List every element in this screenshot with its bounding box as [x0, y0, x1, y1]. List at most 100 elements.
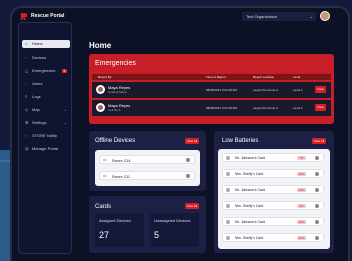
sidebar-item-store-notify[interactable]: ◌ STORE Notify — [22, 132, 70, 140]
emergencies-title: Emergencies — [95, 60, 136, 67]
list-item[interactable]: Mr. Johnson's Card 10% — [222, 217, 324, 226]
report-location: Large Pool Zone A — [253, 88, 278, 92]
report-location: Large Pool Zone A — [253, 106, 278, 110]
chevron-down-icon: ⌄ — [309, 14, 313, 19]
sidebar-item-label: Manage Portal — [32, 146, 59, 151]
cards-panel: Cards View All Assigned Devices 27 Unass… — [89, 196, 206, 253]
device-icon: ▭ — [103, 157, 107, 162]
card-label: Mr. Johnson's Card — [235, 188, 266, 192]
bell-icon: ◌ — [25, 133, 28, 138]
reporter-detail: Cell Num — [108, 108, 121, 112]
sidebar-item-label: Devices — [32, 55, 47, 60]
chevron-down-icon: ⌄ — [63, 120, 67, 125]
report-time: 08/05/2021 3:03:18 AM — [206, 88, 238, 92]
battery-badge: 9% — [297, 203, 306, 208]
low-batteries-title: Low Batteries — [222, 138, 259, 144]
sidebar-item-emergencies[interactable]: △ Emergencies 2 — [22, 67, 70, 75]
list-item[interactable]: ▭ Room 211 — [99, 171, 195, 180]
offline-devices-panel: Offline Devices View All ▭ Room 214 ▭ Ro… — [89, 131, 206, 191]
stat-value: 5 — [154, 230, 160, 240]
view-all-button[interactable]: View All — [185, 138, 199, 144]
column-header: Report By — [98, 75, 112, 79]
card-label: Mrs. Shelly's Card — [235, 204, 264, 208]
users-icon: ◦ — [25, 81, 27, 86]
reporter-detail: Student Maya — [108, 90, 127, 94]
stat-label: Unassigned Devices — [154, 218, 191, 223]
column-header: Time of Report — [206, 75, 226, 79]
organization-select[interactable]: Test Organization ⌄ — [242, 12, 316, 21]
sidebar-item-label: Home — [32, 41, 43, 46]
list-item[interactable]: Mrs. Shelly's Card 12% — [222, 169, 324, 178]
page-title: Home — [89, 41, 112, 50]
stat-label: Assigned Devices — [99, 218, 131, 223]
avatar — [96, 103, 105, 112]
emergencies-table-header: Report By Time of Report Report Location… — [92, 74, 331, 80]
offline-devices-title: Offline Devices — [95, 138, 136, 144]
status-dot-icon — [186, 158, 190, 162]
card-icon — [226, 203, 230, 208]
sidebar-item-home[interactable]: ⌂ Home — [22, 40, 70, 48]
view-all-button[interactable]: View All — [185, 203, 199, 209]
device-icon: ▫ — [25, 55, 27, 60]
status-dot-icon — [315, 220, 319, 224]
organization-select-value: Test Organization — [246, 14, 278, 19]
status-dot-icon — [315, 188, 319, 192]
card-label: Mr. Johnson's Card — [235, 156, 266, 160]
stat-value: 27 — [99, 230, 110, 240]
report-level: Level 1 — [293, 88, 303, 92]
status-dot-icon — [315, 204, 319, 208]
sidebar-item-devices[interactable]: ▫ Devices — [22, 54, 70, 62]
table-row: Maya Reyes Cell Num 08/05/2021 3:03:18 A… — [92, 100, 331, 116]
status-dot-icon — [315, 172, 319, 176]
card-icon — [226, 171, 230, 176]
logs-icon: ≡ — [25, 94, 28, 99]
list-item[interactable]: Mrs. Shelly's Card 11% — [222, 233, 324, 242]
offline-devices-list: ▭ Room 214 ▭ Room 211 — [95, 150, 200, 186]
table-row: Maya Reyes Student Maya 08/05/2021 3:03:… — [92, 82, 331, 98]
avatar — [96, 85, 105, 94]
card-icon — [226, 155, 230, 160]
card-icon — [226, 219, 230, 224]
report-level: Level 1 — [293, 106, 303, 110]
low-batteries-panel: Low Batteries View All Mr. Johnson's Car… — [214, 131, 334, 253]
sidebar-item-label: STORE Notify — [32, 133, 58, 138]
admin-icon: ◎ — [25, 146, 29, 151]
sidebar-item-manage-portal[interactable]: ◎ Manage Portal — [22, 145, 70, 153]
app-title: Rescue Portal — [31, 13, 65, 19]
device-icon: ▭ — [103, 173, 107, 178]
battery-badge: 7% — [297, 155, 306, 160]
view-button[interactable]: View — [315, 104, 326, 111]
column-header: Report Location — [253, 75, 275, 79]
view-all-button[interactable]: View All — [312, 138, 326, 144]
user-avatar[interactable] — [320, 11, 330, 21]
sidebar-item-map[interactable]: ◇ Map ⌄ — [22, 106, 70, 114]
list-item[interactable]: Mrs. Shelly's Card 9% — [222, 201, 324, 210]
status-dot-icon — [315, 156, 319, 160]
card-icon — [226, 235, 230, 240]
card-label: Mrs. Shelly's Card — [235, 172, 264, 176]
emergencies-count-badge: 2 — [62, 69, 67, 73]
device-label: Room 211 — [112, 173, 131, 179]
sidebar-item-users[interactable]: ◦ Users — [22, 80, 70, 88]
sidebar-item-label: Logs — [32, 94, 41, 99]
status-dot-icon — [186, 174, 190, 178]
sidebar-item-label: Emergencies — [32, 68, 56, 73]
report-time: 08/05/2021 3:03:18 AM — [206, 106, 238, 110]
battery-badge: 11% — [297, 235, 306, 240]
list-item[interactable]: ▭ Room 214 — [99, 155, 195, 164]
sidebar-item-settings[interactable]: ⚙ Settings ⌄ — [22, 119, 70, 127]
card-icon — [226, 187, 230, 192]
unassigned-devices-stat: Unassigned Devices 5 — [150, 213, 199, 247]
column-header: Level — [293, 75, 301, 79]
card-label: Mrs. Shelly's Card — [235, 236, 264, 240]
emergencies-panel: Emergencies Report By Time of Report Rep… — [89, 54, 334, 124]
low-batteries-list: Mr. Johnson's Card 7% Mrs. Shelly's Card… — [218, 149, 330, 249]
logo-icon — [20, 13, 28, 21]
status-dot-icon — [315, 236, 319, 240]
alert-icon: △ — [25, 68, 29, 73]
sidebar-item-logs[interactable]: ≡ Logs — [22, 93, 70, 101]
list-item[interactable]: Mr. Johnson's Card 14% — [222, 185, 324, 194]
view-button[interactable]: View — [315, 86, 326, 93]
list-item[interactable]: Mr. Johnson's Card 7% — [222, 153, 324, 162]
map-icon: ◇ — [25, 107, 29, 112]
